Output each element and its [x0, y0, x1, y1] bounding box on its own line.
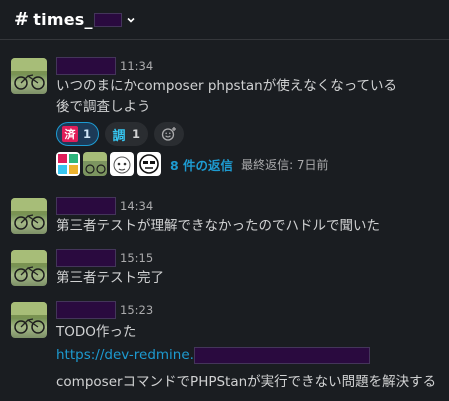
redmine-link[interactable]: https://dev-redmine.	[56, 347, 194, 363]
message-item[interactable]: 11:34 いつのまにかcomposer phpstanが使えなくなっている 後…	[0, 56, 449, 184]
thread-replies-link[interactable]: 8 件の返信	[170, 155, 233, 174]
redacted-link-path[interactable]	[193, 346, 370, 364]
redacted-username[interactable]	[56, 301, 116, 319]
reaction-count: 1	[132, 127, 141, 141]
redacted-username[interactable]	[56, 249, 116, 267]
sumi-emoji-icon: 済	[62, 126, 78, 142]
chevron-down-icon[interactable]	[126, 15, 136, 25]
thread-summary[interactable]: 8 件の返信 最終返信: 7日前	[56, 152, 443, 176]
message-text-line: 後で調査しよう	[56, 99, 151, 115]
reactions-bar: 済 1 調 1	[56, 122, 443, 146]
message-item[interactable]: 15:23 TODO作った https://dev-redmine. compo…	[0, 300, 449, 401]
reaction-pill[interactable]: 済 1	[56, 122, 100, 146]
thread-last-reply: 最終返信: 7日前	[241, 157, 329, 172]
message-text-line: composerコマンドでPHPStanが実行できない問題を解決する	[56, 374, 437, 390]
participant-avatar	[137, 152, 161, 176]
message-text-line: いつのまにかcomposer phpstanが使えなくなっている	[56, 78, 398, 94]
message-link-line: https://dev-redmine.	[56, 345, 443, 366]
reaction-count: 1	[83, 127, 92, 141]
message-text-line: 第三者テストが理解できなかったのでハドルで聞いた	[56, 218, 380, 234]
message-item[interactable]: 15:15 第三者テスト完了	[0, 248, 449, 292]
add-reaction-icon[interactable]	[154, 122, 185, 146]
shirabe-emoji-icon: 調	[112, 128, 126, 144]
redacted-username[interactable]	[56, 57, 116, 75]
message-text-line: 第三者テスト完了	[56, 270, 164, 286]
reaction-pill[interactable]: 調 1	[105, 122, 149, 146]
avatar[interactable]	[11, 302, 47, 338]
redacted-username[interactable]	[56, 197, 116, 215]
avatar[interactable]	[11, 58, 47, 94]
message-item[interactable]: 14:34 第三者テストが理解できなかったのでハドルで聞いた	[0, 196, 449, 240]
avatar[interactable]	[11, 250, 47, 286]
channel-header: # times_	[0, 0, 449, 40]
channel-name: times_	[33, 10, 93, 29]
redacted-channel-suffix	[93, 12, 122, 27]
channel-hash: #	[14, 9, 30, 30]
participant-avatar	[110, 152, 134, 176]
message-timestamp[interactable]: 14:34	[120, 199, 153, 213]
participant-avatar	[56, 152, 80, 176]
channel-name-button[interactable]: # times_	[14, 9, 136, 30]
participant-avatar	[83, 152, 107, 176]
avatar[interactable]	[11, 198, 47, 234]
message-timestamp[interactable]: 15:15	[120, 251, 153, 265]
message-timestamp[interactable]: 15:23	[120, 303, 153, 317]
message-text-line: TODO作った	[56, 324, 137, 340]
message-timestamp[interactable]: 11:34	[120, 59, 153, 73]
